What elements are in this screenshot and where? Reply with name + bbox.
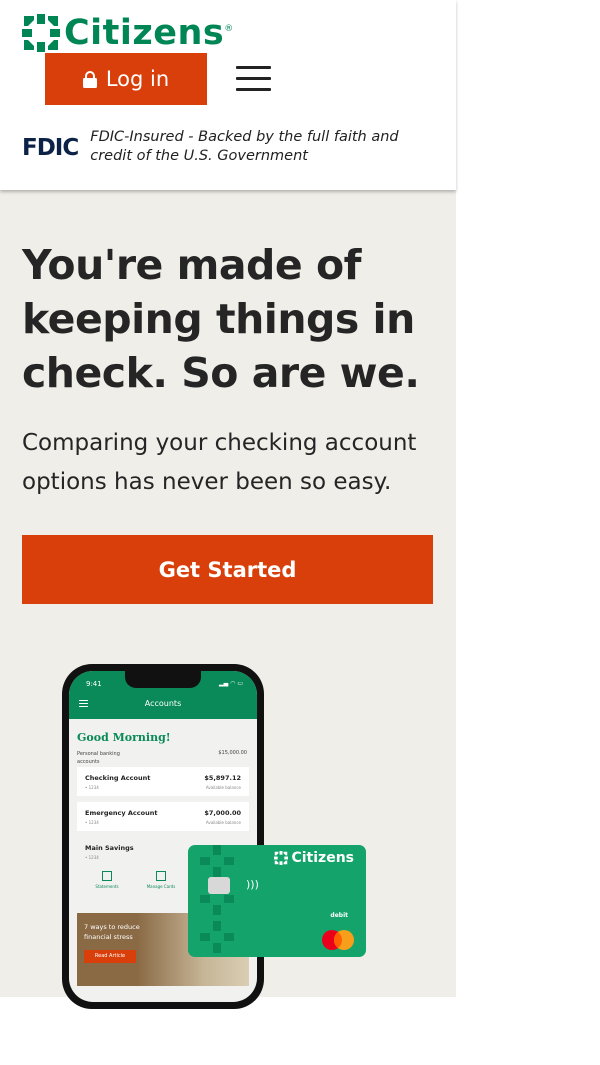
article-title: 7 ways to reduce financial stress [84,923,140,941]
greeting: Good Morning! [77,731,171,744]
account-row: Emergency Account • 1234 $7,000.00 Avail… [77,802,249,831]
quick-action-statements: Statements [87,871,127,889]
status-icons: ▂▄ ◠ ▭ [219,680,243,687]
account-number: • 1234 [85,855,99,860]
fdic-logo: FDIC [22,135,79,161]
quick-action-label: Statements [95,884,119,889]
debit-card-image: Citizens ))) debit [188,845,366,957]
account-number: • 1234 [85,820,99,825]
citizens-emblem-icon [22,14,60,52]
account-row: Checking Account • 1234 $5,897.12 Availa… [77,767,249,796]
card-brand: Citizens [274,850,354,866]
account-balance: $5,897.12 [204,774,241,782]
citizens-emblem-icon [274,851,289,865]
card-type-label: debit [330,912,348,919]
phone-mockup-image: 9:41 ▂▄ ◠ ▭ Accounts Good Morning! Perso… [62,664,264,1009]
quick-action-manage-cards: Manage Cards [141,871,181,889]
account-name: Main Savings [85,844,134,852]
account-balance: $7,000.00 [204,809,241,817]
status-time: 9:41 [86,680,102,688]
hero-title: You're made of keeping things in check. … [22,241,420,397]
citizens-logo[interactable]: Citizens ® [22,14,233,52]
card-chip-icon [208,877,230,894]
fdic-notice: FDIC FDIC-Insured - Backed by the full f… [22,128,420,166]
account-balance-label: Available balance [205,785,241,790]
hamburger-menu-icon[interactable] [236,66,271,92]
trademark-mark: ® [224,24,234,34]
mastercard-logo-icon [322,930,354,950]
card-brand-name: Citizens [291,850,354,866]
get-started-button[interactable]: Get Started [22,535,433,604]
personal-banking-label: Personal banking accounts [77,751,120,765]
app-header: 9:41 ▂▄ ◠ ▭ Accounts [69,671,257,719]
hero-subtitle: Comparing your checking account options … [22,430,417,495]
login-button[interactable]: Log in [45,53,207,105]
lock-icon [82,70,97,88]
account-number: • 1234 [85,785,99,790]
app-screen-title: Accounts [144,699,182,708]
page: Citizens ® Log in FDIC FDIC-Insured - Ba… [0,0,456,1009]
login-label: Log in [105,67,170,91]
account-balance-label: Available balance [205,820,241,825]
site-header: Citizens ® Log in FDIC FDIC-Insured - Ba… [0,0,456,190]
personal-banking-total: $15,000.00 [218,750,247,756]
account-name: Emergency Account [85,809,158,817]
quick-action-label: Manage Cards [146,884,176,889]
brand-name: Citizens [64,13,225,53]
fdic-text: FDIC-Insured - Backed by the full faith … [90,129,399,164]
account-name: Checking Account [85,774,151,782]
read-article-button: Read Article [84,950,136,963]
contactless-icon: ))) [246,878,259,891]
card-emblem-pattern [200,845,234,953]
